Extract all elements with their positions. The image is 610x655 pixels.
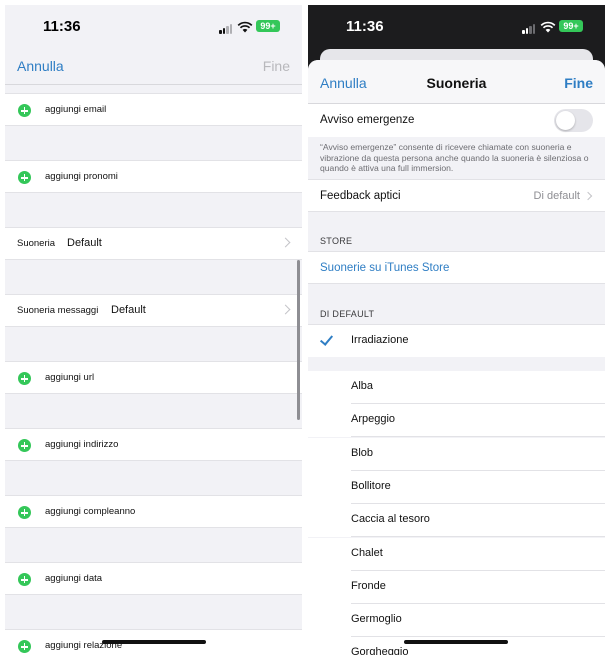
add-pronouns-label: aggiungi pronomi [45,171,118,182]
tone-item-selected[interactable]: Irradiazione [308,324,605,357]
scrollbar[interactable] [297,260,300,420]
message-tone-row[interactable]: Suoneria messaggi Default [5,294,302,327]
chevron-right-icon [583,191,593,201]
battery-icon: 99+ [256,20,280,32]
tone-item[interactable]: Fronde [308,570,605,604]
ringtone-sheet: Annulla Suoneria Fine Avviso emergenze “… [308,60,605,655]
add-email-label: aggiungi email [45,104,107,115]
status-time: 11:36 [346,18,384,35]
tone-item[interactable]: Germoglio [308,604,605,638]
chevron-right-icon [280,304,291,315]
status-bar: 11:36 99+ [308,5,605,45]
tone-name: Arpeggio [351,413,396,426]
haptic-feedback-row[interactable]: Feedback aptici Di default [308,179,605,212]
itunes-store-row[interactable]: Suonerie su iTunes Store [308,251,605,284]
contact-edit-screen: 11:36 99+ Annulla Fine aggiungi email ag… [5,5,302,655]
cancel-button[interactable]: Annulla [17,58,64,74]
ringtone-picker-screen: 11:36 99+ Annulla Suoneria Fine Avviso e… [308,5,605,655]
done-button[interactable]: Fine [564,75,593,91]
sheet-nav-bar: Annulla Suoneria Fine [308,60,605,104]
add-icon [18,573,31,586]
add-birthday-row[interactable]: aggiungi compleanno [5,495,302,528]
tone-name: Germoglio [351,613,402,626]
tone-name: Irradiazione [351,334,409,346]
tone-name: Blob [351,446,374,459]
add-email-row[interactable]: aggiungi email [5,93,302,126]
cellular-signal-icon [219,24,233,34]
tone-item[interactable]: Caccia al tesoro [308,504,605,538]
add-pronouns-row[interactable]: aggiungi pronomi [5,160,302,193]
chevron-right-icon [280,237,291,248]
emergency-bypass-row: Avviso emergenze [308,104,605,137]
itunes-store-link[interactable]: Suonerie su iTunes Store [320,262,449,274]
home-indicator[interactable] [404,640,508,644]
toggle-knob [556,111,575,130]
home-indicator[interactable] [102,640,206,644]
add-date-label: aggiungi data [45,573,103,584]
message-tone-value: Default [111,304,146,316]
tone-name: Caccia al tesoro [351,513,430,526]
done-button[interactable]: Fine [263,58,290,74]
status-time: 11:36 [43,18,81,35]
add-icon [18,640,31,653]
tone-name: Bollitore [351,479,391,492]
emergency-bypass-toggle[interactable] [554,109,593,132]
tone-item[interactable]: Blob [308,437,605,471]
message-tone-label: Suoneria messaggi [17,305,99,316]
add-date-row[interactable]: aggiungi data [5,562,302,595]
checkmark-icon [319,332,334,346]
wifi-icon [540,21,556,33]
ringtone-label: Suoneria [17,238,56,249]
sheet-title: Suoneria [426,75,487,91]
status-bar: 11:36 99+ [5,5,302,45]
tone-item[interactable]: Arpeggio [308,404,605,438]
haptic-feedback-value: Di default [533,190,580,202]
add-icon [18,506,31,519]
add-icon [18,372,31,385]
wifi-icon [237,21,253,33]
emergency-bypass-note: “Avviso emergenze” consente di ricevere … [320,142,589,173]
battery-icon: 99+ [559,20,583,32]
tone-name: Chalet [351,546,383,559]
add-address-row[interactable]: aggiungi indirizzo [5,428,302,461]
add-birthday-label: aggiungi compleanno [45,506,136,517]
add-icon [18,439,31,452]
tone-name: Alba [351,380,374,392]
emergency-bypass-label: Avviso emergenze [320,114,415,126]
add-icon [18,171,31,184]
add-url-label: aggiungi url [45,372,95,383]
ringtone-value: Default [67,237,102,249]
nav-bar: Annulla Fine [5,49,302,85]
tone-name: Fronde [351,579,386,592]
store-section-header: STORE [320,236,353,246]
ringtone-row[interactable]: Suoneria Default [5,227,302,260]
add-url-row[interactable]: aggiungi url [5,361,302,394]
cellular-signal-icon [522,24,536,34]
tone-item[interactable]: Chalet [308,537,605,571]
add-address-label: aggiungi indirizzo [45,439,119,450]
tone-item[interactable]: Alba [308,371,605,404]
haptic-feedback-label: Feedback aptici [320,190,401,202]
tone-name: Gorgheggio [351,646,409,655]
default-section-header: DI DEFAULT [320,309,375,319]
tone-item[interactable]: Bollitore [308,470,605,504]
add-icon [18,104,31,117]
